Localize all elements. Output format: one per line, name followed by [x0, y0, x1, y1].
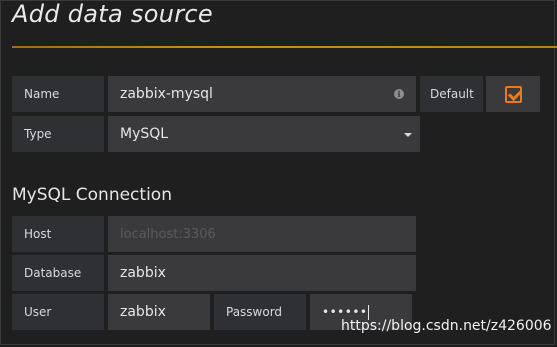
host-placeholder: localhost:3306: [120, 226, 216, 242]
type-select[interactable]: MySQL: [108, 116, 420, 152]
default-label: Default: [420, 76, 483, 112]
name-label: Name: [12, 76, 104, 112]
database-value: zabbix: [120, 265, 166, 281]
default-checkbox-wrap[interactable]: [486, 76, 540, 112]
database-label: Database: [12, 255, 104, 291]
host-label: Host: [12, 216, 104, 252]
section-title: MySQL Connection: [12, 185, 172, 205]
caret-down-icon[interactable]: [404, 133, 412, 137]
user-label: User: [12, 294, 104, 330]
password-value: ••••••: [322, 305, 368, 319]
page-title: Add data source: [12, 0, 213, 28]
name-field[interactable]: zabbix-mysql i: [108, 76, 416, 112]
type-label: Type: [12, 116, 104, 152]
checkbox-checked-icon[interactable]: [504, 85, 522, 103]
password-label: Password: [214, 294, 306, 330]
watermark-url: https://blog.csdn.net/z426006: [341, 318, 552, 334]
database-input[interactable]: zabbix: [108, 255, 416, 291]
host-input[interactable]: localhost:3306: [108, 216, 416, 252]
info-icon[interactable]: i: [394, 89, 404, 99]
title-divider: [12, 46, 557, 48]
name-value: zabbix-mysql: [120, 86, 213, 102]
user-value: zabbix: [120, 304, 166, 320]
user-input[interactable]: zabbix: [108, 294, 210, 330]
type-value: MySQL: [120, 126, 169, 142]
